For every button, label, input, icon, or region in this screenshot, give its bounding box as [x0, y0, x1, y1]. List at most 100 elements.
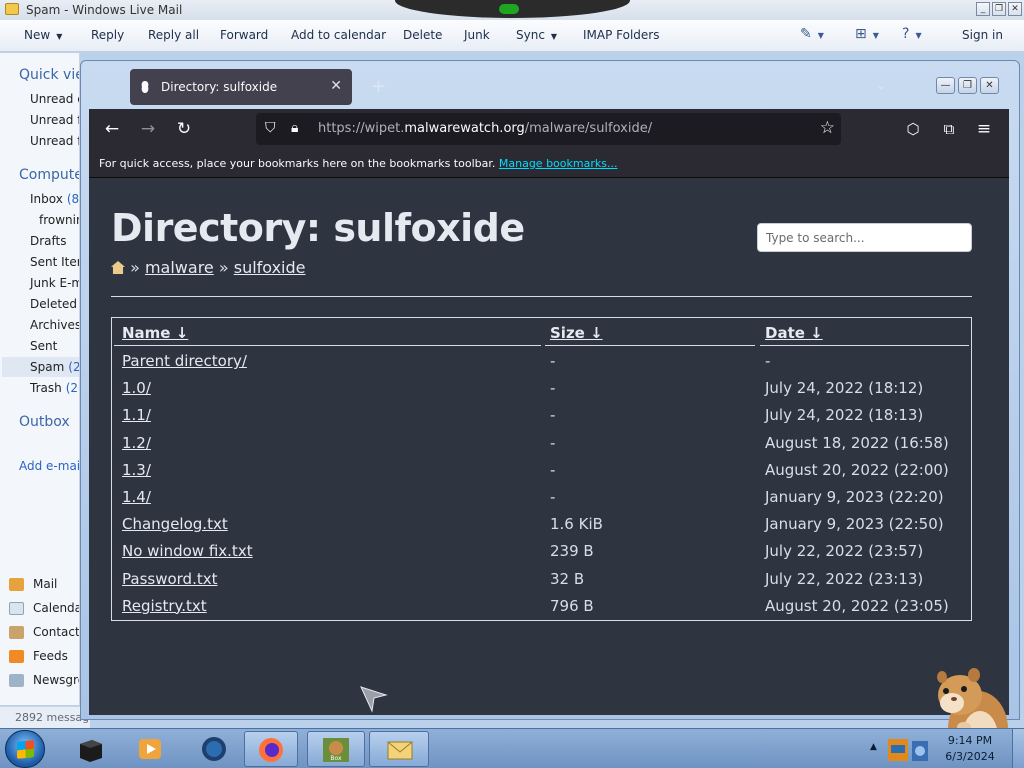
taskbar-app-firefox[interactable] [244, 731, 298, 767]
address-bar[interactable]: ⛉ 🔒︎ https://wipet.malwarewatch.org/malw… [256, 113, 841, 145]
table-row: Registry.txt 796 B August 20, 2022 (23:05) [112, 593, 971, 620]
taskbar-app-box[interactable]: Box [307, 731, 365, 767]
new-tab-icon[interactable]: + [371, 76, 386, 97]
column-header-name[interactable]: Name ↓ [122, 324, 188, 342]
file-name-link[interactable]: Registry.txt [122, 597, 207, 615]
breadcrumb: » malware » sulfoxide [111, 258, 306, 277]
table-row: 1.4/ - January 9, 2023 (22:20) [112, 484, 971, 511]
help-icon[interactable]: ? ▼ [902, 26, 922, 42]
clock[interactable]: 9:14 PM 6/3/2024 [940, 733, 1000, 765]
list-all-tabs-icon[interactable]: ⌄ [876, 78, 886, 92]
file-name-link[interactable]: 1.4/ [122, 488, 151, 506]
file-date: August 18, 2022 (16:58) [765, 433, 949, 452]
file-name-link[interactable]: No window fix.txt [122, 542, 253, 560]
folder-sent-items[interactable]: Sent Item [30, 255, 79, 269]
bookmarks-hint-text: For quick access, place your bookmarks h… [99, 157, 496, 170]
reload-icon[interactable]: ↻ [173, 118, 195, 140]
file-name-link[interactable]: 1.3/ [122, 461, 151, 479]
reply-button[interactable]: Reply [91, 28, 124, 42]
breadcrumb-malware-link[interactable]: malware [145, 258, 214, 277]
layout-icon[interactable]: ⊞ ▼ [855, 26, 879, 42]
quick-view-item[interactable]: Unread fr [30, 113, 79, 127]
file-name-link[interactable]: 1.0/ [122, 379, 151, 397]
computer-heading[interactable]: Compute [19, 167, 79, 183]
newsgroups-icon [9, 673, 24, 687]
pocket-icon[interactable]: ⬡ [902, 118, 924, 140]
file-name-link[interactable]: Password.txt [122, 570, 217, 588]
folder-count: (28 [68, 360, 80, 374]
file-name-link[interactable]: 1.2/ [122, 434, 151, 452]
folder-archives[interactable]: Archives [30, 318, 79, 332]
file-name-link[interactable]: Changelog.txt [122, 515, 228, 533]
folder-deleted[interactable]: Deleted It [30, 297, 79, 311]
folder-spam[interactable]: Spam(28 [30, 360, 80, 374]
quick-view-item[interactable]: Unread e [30, 92, 79, 106]
close-tab-icon[interactable]: ✕ [330, 78, 342, 94]
url-prefix: https://wipet. [318, 121, 405, 136]
minimize-icon[interactable]: — [936, 77, 955, 94]
nav-newsgroups[interactable]: Newsgro [9, 673, 79, 687]
quick-views-heading[interactable]: Quick vie [19, 67, 79, 83]
taskbar-app-globe[interactable] [184, 731, 244, 767]
file-size: - [550, 460, 556, 479]
tab-directory-sulfoxide[interactable]: Directory: sulfoxide ✕ [130, 69, 352, 105]
chevron-down-icon: ▼ [550, 32, 558, 41]
start-button[interactable] [5, 730, 45, 768]
tracking-shield-icon[interactable]: ⛉ [265, 120, 276, 136]
pen-icon[interactable]: ✎ ▼ [800, 26, 824, 42]
folder-trash[interactable]: Trash(26 [30, 381, 79, 395]
folder-junk[interactable]: Junk E-m [30, 276, 79, 290]
url-text[interactable]: https://wipet.malwarewatch.org/malware/s… [318, 121, 652, 136]
reply-all-button[interactable]: Reply all [148, 28, 199, 42]
home-icon[interactable] [111, 261, 125, 274]
quick-view-item[interactable]: Unread fe [30, 134, 79, 148]
file-name-link[interactable]: 1.1/ [122, 406, 151, 424]
close-icon[interactable]: ✕ [1008, 2, 1022, 16]
add-to-calendar-button[interactable]: Add to calendar [291, 28, 386, 42]
extensions-icon[interactable]: ⧉ [938, 118, 960, 140]
outbox-heading[interactable]: Outbox [19, 414, 70, 430]
delete-button[interactable]: Delete [403, 28, 442, 42]
file-name-link[interactable]: Parent directory/ [122, 352, 247, 370]
folder-sent[interactable]: Sent [30, 339, 57, 353]
bookmark-star-icon[interactable]: ☆ [820, 118, 835, 138]
nav-calendar[interactable]: Calenda [9, 601, 79, 615]
manage-bookmarks-link[interactable]: Manage bookmarks... [499, 157, 618, 170]
junk-button[interactable]: Junk [464, 28, 490, 42]
close-icon[interactable]: ✕ [980, 77, 999, 94]
maximize-icon[interactable]: ❐ [992, 2, 1006, 16]
add-email-link[interactable]: Add e-mail [19, 459, 79, 473]
taskbar-app-mail[interactable] [369, 731, 429, 767]
taskbar-app-cube[interactable] [60, 731, 120, 767]
sign-in-button[interactable]: Sign in [962, 28, 1003, 42]
taskbar-app-media-player[interactable] [120, 731, 180, 767]
lock-icon[interactable]: 🔒︎ [291, 120, 298, 136]
file-date: July 24, 2022 (18:13) [765, 406, 924, 425]
nav-contacts[interactable]: Contacts [9, 625, 80, 639]
search-input[interactable] [757, 223, 972, 252]
folder-inbox[interactable]: Inbox(84 [30, 192, 79, 206]
restore-icon[interactable]: ❐ [958, 77, 977, 94]
nav-mail[interactable]: Mail [9, 577, 57, 591]
page-content: Directory: sulfoxide » malware » sulfoxi… [89, 178, 1009, 768]
folder-drafts[interactable]: Drafts [30, 234, 67, 248]
imap-folders-button[interactable]: IMAP Folders [583, 28, 660, 42]
nav-label: Contacts [33, 625, 80, 639]
forward-arrow-icon[interactable]: → [137, 118, 159, 140]
show-desktop-button[interactable] [1012, 729, 1024, 768]
box-game-icon: Box [323, 738, 349, 762]
folder-subfolder[interactable]: frownin [39, 213, 79, 227]
column-header-date[interactable]: Date ↓ [765, 324, 823, 342]
menu-hamburger-icon[interactable]: ≡ [973, 118, 995, 140]
sync-button[interactable]: Sync ▼ [516, 28, 557, 42]
show-hidden-icons-icon[interactable]: ▲ [870, 742, 877, 752]
breadcrumb-sulfoxide-link[interactable]: sulfoxide [234, 258, 306, 277]
chevron-down-icon: ▼ [56, 32, 63, 41]
back-arrow-icon[interactable]: ← [101, 118, 123, 140]
forward-button[interactable]: Forward [220, 28, 268, 42]
nav-feeds[interactable]: Feeds [9, 649, 68, 663]
new-button[interactable]: New ▼ [24, 28, 62, 42]
column-header-size[interactable]: Size ↓ [550, 324, 603, 342]
minimize-icon[interactable]: _ [976, 2, 990, 16]
tray-app-icons[interactable] [886, 733, 932, 765]
